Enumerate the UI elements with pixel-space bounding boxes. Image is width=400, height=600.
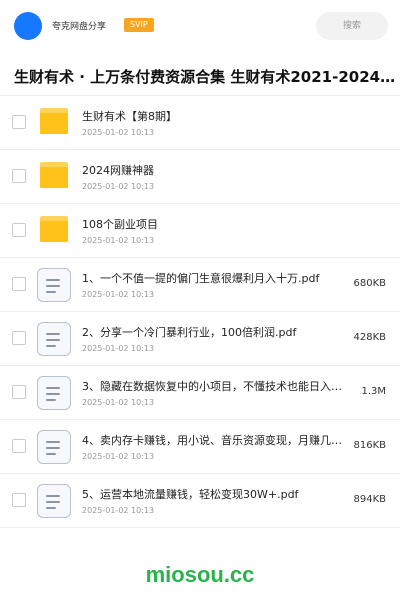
page-title: 生财有术 · 上万条付费资源合集 生财有术2021-2024年付费资源合集 [14, 68, 400, 86]
checkbox[interactable] [12, 223, 26, 237]
watermark: miosou.cc [145, 562, 255, 587]
item-date: 2025-01-02 10:13 [82, 182, 155, 191]
avatar[interactable] [14, 12, 42, 40]
app-name: 夸克网盘分享 [52, 22, 107, 32]
item-name: 2、分享一个冷门暴利行业，100倍利润.pdf [82, 326, 297, 339]
item-date: 2025-01-02 10:13 [82, 290, 155, 299]
item-name: 1、一个不值一提的偏门生意很爆利月入十万.pdf [82, 272, 320, 285]
item-date: 2025-01-02 10:13 [82, 236, 155, 245]
list-item[interactable]: 2、分享一个冷门暴利行业，100倍利润.pdf 2025-01-02 10:13… [0, 312, 400, 366]
title-bar: 生财有术 · 上万条付费资源合集 生财有术2021-2024年付费资源合集 [0, 52, 400, 96]
svip-badge: SVIP [124, 18, 154, 32]
list-item[interactable]: 4、卖内存卡赚钱，用小说、音乐资源变现，月赚几千元.pdf 2025-01-02… [0, 420, 400, 474]
checkbox[interactable] [12, 277, 26, 291]
folder-icon [40, 162, 68, 188]
item-size: 816KB [353, 440, 386, 451]
item-date: 2025-01-02 10:13 [82, 128, 155, 137]
item-size: 680KB [353, 278, 386, 289]
item-date: 2025-01-02 10:13 [82, 506, 155, 515]
item-name: 5、运营本地流量赚钱，轻松变现30W+.pdf [82, 488, 299, 501]
checkbox[interactable] [12, 439, 26, 453]
item-size: 428KB [353, 332, 386, 343]
item-name: 3、隐藏在数据恢复中的小项目，不懂技术也能日入300+.pdf [82, 380, 344, 393]
list-item[interactable]: 3、隐藏在数据恢复中的小项目，不懂技术也能日入300+.pdf 2025-01-… [0, 366, 400, 420]
checkbox[interactable] [12, 493, 26, 507]
item-name: 生财有术【第8期】 [82, 110, 177, 123]
item-name: 2024网赚神器 [82, 164, 154, 177]
checkbox[interactable] [12, 115, 26, 129]
document-icon [37, 484, 71, 518]
item-date: 2025-01-02 10:13 [82, 398, 155, 407]
item-date: 2025-01-02 10:13 [82, 344, 155, 353]
checkbox[interactable] [12, 169, 26, 183]
list-item[interactable]: 1、一个不值一提的偏门生意很爆利月入十万.pdf 2025-01-02 10:1… [0, 258, 400, 312]
header-bar: 夸克网盘分享 SVIP 搜索 [0, 0, 400, 52]
folder-icon [40, 108, 68, 134]
file-list: 生财有术【第8期】 2025-01-02 10:13 2024网赚神器 2025… [0, 96, 400, 528]
item-date: 2025-01-02 10:13 [82, 452, 155, 461]
document-icon [37, 376, 71, 410]
item-size: 1.3M [361, 386, 386, 397]
list-item[interactable]: 生财有术【第8期】 2025-01-02 10:13 [0, 96, 400, 150]
item-name: 108个副业项目 [82, 218, 158, 231]
checkbox[interactable] [12, 331, 26, 345]
document-icon [37, 322, 71, 356]
list-item[interactable]: 2024网赚神器 2025-01-02 10:13 [0, 150, 400, 204]
document-icon [37, 268, 71, 302]
item-name: 4、卖内存卡赚钱，用小说、音乐资源变现，月赚几千元.pdf [82, 434, 344, 447]
document-icon [37, 430, 71, 464]
search-input[interactable]: 搜索 [316, 12, 388, 40]
item-size: 894KB [353, 494, 386, 505]
list-item[interactable]: 5、运营本地流量赚钱，轻松变现30W+.pdf 2025-01-02 10:13… [0, 474, 400, 528]
checkbox[interactable] [12, 385, 26, 399]
list-item[interactable]: 108个副业项目 2025-01-02 10:13 [0, 204, 400, 258]
folder-icon [40, 216, 68, 242]
